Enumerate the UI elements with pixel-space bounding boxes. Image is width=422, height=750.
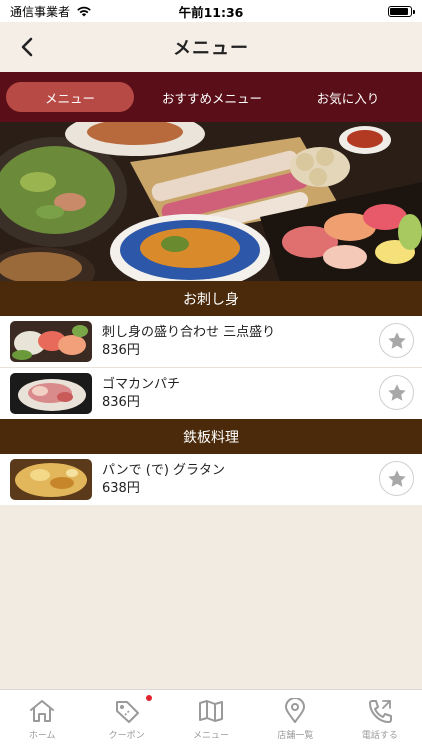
home-icon bbox=[30, 700, 55, 722]
tab-bar-coupon[interactable]: クーポン bbox=[84, 690, 168, 750]
location-pin-icon bbox=[285, 698, 306, 723]
food-photo bbox=[0, 122, 422, 281]
bottom-tab-bar: ホーム クーポン メニュー 店舗一覧 電話する bbox=[0, 689, 422, 750]
tab-bar-menu[interactable]: メニュー bbox=[169, 690, 253, 750]
item-price: 638円 bbox=[102, 481, 140, 496]
star-icon bbox=[387, 383, 406, 401]
tab-bar-label: メニュー bbox=[193, 731, 230, 741]
status-left: 通信事業者 bbox=[10, 3, 92, 20]
segment-tabs: メニュー おすすめメニュー お気に入り bbox=[0, 72, 422, 122]
tab-menu[interactable]: メニュー bbox=[6, 82, 134, 112]
tab-bar-stores[interactable]: 店舗一覧 bbox=[253, 690, 337, 750]
favorite-button[interactable] bbox=[379, 323, 414, 358]
back-button[interactable] bbox=[14, 34, 40, 60]
section-header-teppan: 鉄板料理 bbox=[0, 419, 422, 454]
tab-bar-label: ホーム bbox=[28, 731, 56, 741]
item-text: 刺し身の盛り合わせ 三点盛り 836円 bbox=[102, 324, 422, 359]
item-price: 836円 bbox=[102, 395, 140, 410]
battery-icon bbox=[388, 5, 415, 17]
notification-badge bbox=[145, 695, 152, 701]
item-text: パンで (で) グラタン 638円 bbox=[102, 462, 422, 497]
carrier-label: 通信事業者 bbox=[10, 4, 71, 19]
item-price: 836円 bbox=[102, 343, 140, 358]
item-thumbnail bbox=[10, 321, 92, 362]
tab-bar-label: 店舗一覧 bbox=[277, 731, 314, 741]
coupon-tag-icon bbox=[115, 701, 139, 723]
wifi-icon bbox=[77, 6, 91, 17]
map-menu-icon bbox=[199, 700, 224, 722]
chevron-left-icon bbox=[21, 37, 33, 57]
favorite-button[interactable] bbox=[379, 375, 414, 410]
hero-image bbox=[0, 122, 422, 281]
section-header-sashimi: お刺し身 bbox=[0, 281, 422, 316]
page-title: メニュー bbox=[173, 38, 249, 59]
tab-bar-home[interactable]: ホーム bbox=[0, 690, 84, 750]
menu-item[interactable]: パンで (で) グラタン 638円 bbox=[0, 454, 422, 505]
star-icon bbox=[387, 331, 406, 349]
item-text: ゴマカンパチ 836円 bbox=[102, 376, 422, 411]
tab-favorites[interactable]: お気に入り bbox=[280, 82, 416, 112]
menu-item[interactable]: 刺し身の盛り合わせ 三点盛り 836円 bbox=[0, 316, 422, 367]
favorite-button[interactable] bbox=[379, 461, 414, 496]
item-thumbnail bbox=[10, 459, 92, 500]
phone-icon bbox=[368, 700, 392, 723]
item-name: パンで (で) グラタン bbox=[102, 463, 226, 478]
item-name: 刺し身の盛り合わせ 三点盛り bbox=[102, 325, 276, 340]
tab-bar-label: 電話する bbox=[361, 731, 398, 741]
tab-bar-label: クーポン bbox=[108, 731, 145, 741]
tab-bar-call[interactable]: 電話する bbox=[338, 690, 422, 750]
tab-recommended[interactable]: おすすめメニュー bbox=[144, 82, 280, 112]
nav-header: メニュー bbox=[0, 22, 422, 72]
item-name: ゴマカンパチ bbox=[102, 377, 181, 392]
status-bar: 通信事業者 午前11:36 bbox=[0, 0, 422, 22]
menu-item[interactable]: ゴマカンパチ 836円 bbox=[0, 368, 422, 419]
item-thumbnail bbox=[10, 373, 92, 414]
star-icon bbox=[387, 469, 406, 487]
